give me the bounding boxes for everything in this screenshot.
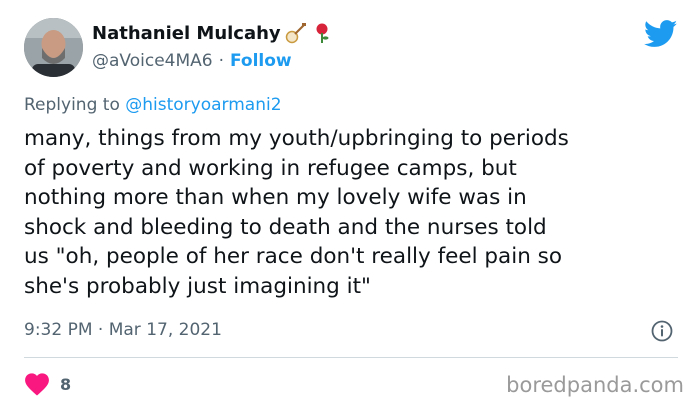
tweet-text: many, things from my youth/upbringing to… <box>24 126 569 299</box>
tweet-timestamp[interactable]: 9:32 PM · Mar 17, 2021 <box>24 320 222 340</box>
handle-row: @aVoice4MA6 · Follow <box>92 51 292 71</box>
twitter-bird-icon[interactable] <box>643 20 678 48</box>
avatar[interactable] <box>24 18 83 77</box>
author-handle[interactable]: @aVoice4MA6 <box>92 51 213 71</box>
author-name-row: Nathaniel Mulcahy <box>92 22 333 44</box>
separator-dot: · <box>218 51 224 71</box>
watermark: boredpanda.com <box>506 373 684 397</box>
display-name[interactable]: Nathaniel Mulcahy <box>92 23 281 44</box>
heart-icon[interactable] <box>24 372 50 396</box>
replying-prefix: Replying to <box>24 95 120 115</box>
like-group[interactable]: 8 <box>24 372 71 396</box>
info-icon[interactable] <box>651 320 673 342</box>
like-count: 8 <box>60 374 72 394</box>
reply-mention-link[interactable]: @historyoarmani2 <box>125 95 281 115</box>
banjo-icon <box>285 22 307 44</box>
avatar-image <box>24 18 83 77</box>
follow-button[interactable]: Follow <box>230 51 292 71</box>
rose-icon <box>311 22 333 44</box>
replying-to: Replying to @historyoarmani2 <box>24 95 282 115</box>
divider <box>24 357 678 358</box>
